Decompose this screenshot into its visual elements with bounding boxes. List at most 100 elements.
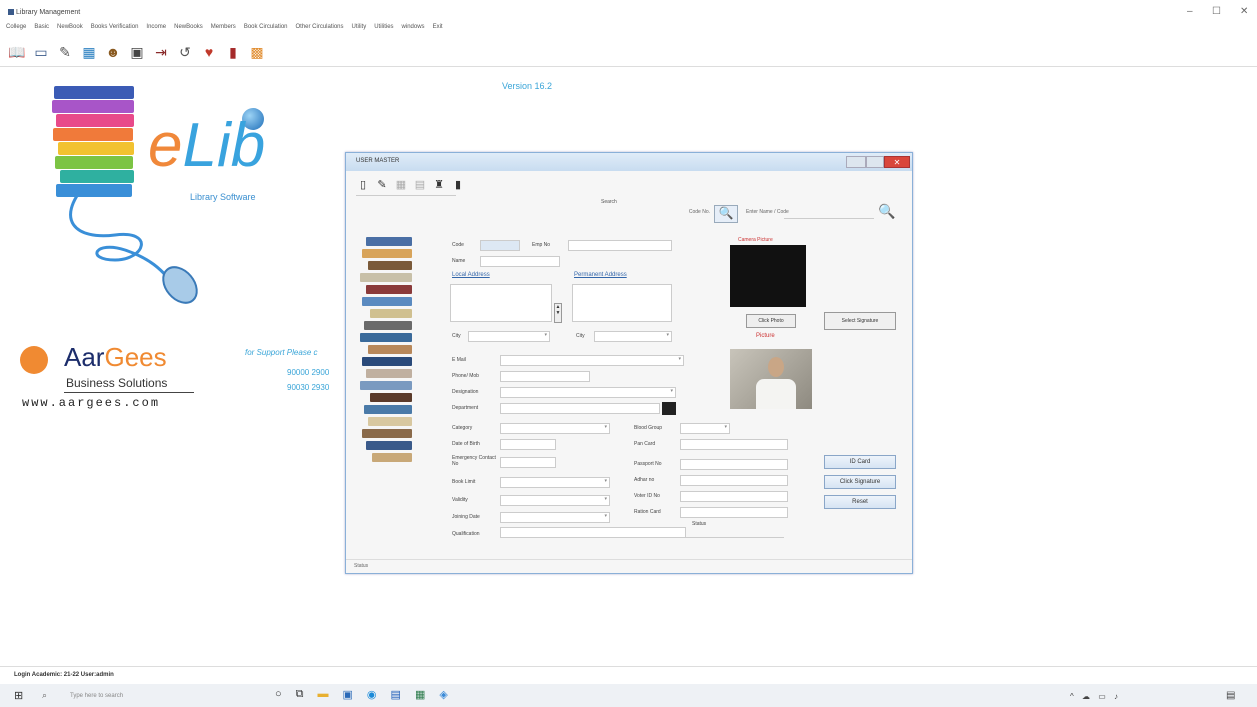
book-icon[interactable]: 📖 <box>8 43 26 61</box>
minimize-button[interactable]: – <box>1187 6 1193 17</box>
search-name-button[interactable]: 🔍 <box>878 203 895 220</box>
dialog-maximize-button[interactable] <box>866 156 884 168</box>
reset-button[interactable]: Reset <box>824 495 896 509</box>
windows-start-icon[interactable]: ⊞ <box>14 689 23 702</box>
search-code-input[interactable]: Code No. <box>614 209 714 220</box>
menu-item-book-circulation[interactable]: Book Circulation <box>244 24 288 36</box>
menu-item-books-verification[interactable]: Books Verification <box>91 24 139 36</box>
code-label: Code <box>452 242 464 248</box>
taskbar-search-input[interactable]: Type here to search <box>70 693 123 699</box>
maximize-button[interactable]: ☐ <box>1212 6 1221 17</box>
cortana-icon[interactable]: ○ <box>275 688 282 701</box>
voter-label: Voter ID No <box>634 493 660 499</box>
chart-icon[interactable]: ▦ <box>80 43 98 61</box>
notification-icon[interactable]: ▤ <box>1226 690 1235 701</box>
menu-item-members[interactable]: Members <box>211 24 236 36</box>
menu-item-newbook[interactable]: NewBook <box>57 24 83 36</box>
passport-field[interactable] <box>680 459 788 470</box>
designation-select[interactable] <box>500 387 676 398</box>
ration-label: Ration Card <box>634 509 661 515</box>
local-address-textarea[interactable] <box>450 284 552 322</box>
voter-field[interactable] <box>680 491 788 502</box>
file-explorer-icon[interactable]: ▬ <box>318 688 329 701</box>
emergency-field[interactable] <box>500 457 556 468</box>
adhar-field[interactable] <box>680 475 788 486</box>
status-options[interactable] <box>686 527 784 538</box>
menu-item-windows[interactable]: windows <box>402 24 425 36</box>
camera-preview <box>730 245 806 307</box>
edit-icon[interactable]: ✎ <box>375 177 389 191</box>
code-field[interactable] <box>480 240 520 251</box>
department-field[interactable] <box>500 403 660 414</box>
store-icon[interactable]: ▣ <box>343 688 353 701</box>
tray-icons[interactable]: ^ ☁ ▭ ♪ <box>1070 692 1121 701</box>
joining-date-field[interactable] <box>500 512 610 523</box>
validity-select[interactable] <box>500 495 610 506</box>
app-icon-blue[interactable]: ▤ <box>391 688 401 701</box>
search-name-input[interactable] <box>784 208 874 219</box>
issue-icon[interactable]: ⇥ <box>152 43 170 61</box>
name-label: Name <box>452 258 466 264</box>
return-icon[interactable]: ↺ <box>176 43 194 61</box>
click-signature-button[interactable]: Click Signature <box>824 475 896 489</box>
task-view-icon[interactable]: ⧉ <box>296 688 304 701</box>
card-icon[interactable]: ▣ <box>128 43 146 61</box>
photo-head <box>768 357 784 377</box>
search-icon[interactable]: ⌕ <box>42 690 47 701</box>
blood-group-select[interactable] <box>680 423 730 434</box>
address-scroll[interactable]: ▲ ▼ <box>554 303 562 323</box>
edge-icon[interactable]: ◉ <box>367 688 377 701</box>
passport-label: Passport No <box>634 461 662 467</box>
click-photo-button[interactable]: Click Photo <box>746 314 796 328</box>
dialog-close-button[interactable]: ✕ <box>884 156 910 168</box>
dob-field[interactable] <box>500 439 556 450</box>
app-icon-library[interactable]: ◈ <box>439 688 447 701</box>
save-icon[interactable]: ▦ <box>394 177 408 191</box>
qualification-field[interactable] <box>500 527 686 538</box>
reader-icon[interactable]: ☻ <box>104 43 122 61</box>
search-code-button[interactable]: 🔍 <box>714 205 738 223</box>
user-master-dialog: USER MASTER ✕ ▯ ✎ ▦ ▤ ♜ ▮ Search Code No… <box>345 152 913 574</box>
close-form-icon[interactable]: ▮ <box>451 177 465 191</box>
menu-item-income[interactable]: Income <box>146 24 166 36</box>
book-limit-label: Book Limit <box>452 479 476 485</box>
dialog-minimize-button[interactable] <box>846 156 866 168</box>
ration-field[interactable] <box>680 507 788 518</box>
window-title: Library Management <box>16 9 81 16</box>
exit-icon[interactable]: ▩ <box>248 43 266 61</box>
close-button[interactable]: ✕ <box>1240 6 1248 17</box>
heart-book-icon[interactable]: ♥ <box>200 43 218 61</box>
city2-select[interactable] <box>594 331 672 342</box>
find-icon[interactable]: ♜ <box>432 177 446 191</box>
email-field[interactable] <box>500 355 684 366</box>
taskbar <box>0 684 1257 707</box>
emp-no-label: Emp No <box>532 242 551 248</box>
book-limit-select[interactable] <box>500 477 610 488</box>
tools-icon[interactable]: ✎ <box>56 43 74 61</box>
department-lookup-button[interactable] <box>662 402 676 415</box>
city2-label: City <box>576 333 585 339</box>
permanent-address-textarea[interactable] <box>572 284 672 322</box>
name-field[interactable] <box>480 256 560 267</box>
book-red-icon[interactable]: ▮ <box>224 43 242 61</box>
menu-item-newbooks[interactable]: NewBooks <box>174 24 203 36</box>
menu-item-utility[interactable]: Utility <box>352 24 367 36</box>
menu-item-college[interactable]: College <box>6 24 26 36</box>
menu-item-basic[interactable]: Basic <box>34 24 49 36</box>
city-select[interactable] <box>468 331 550 342</box>
delete-icon[interactable]: ▤ <box>413 177 427 191</box>
pan-field[interactable] <box>680 439 788 450</box>
menu-item-exit[interactable]: Exit <box>433 24 443 36</box>
emp-no-field[interactable] <box>568 240 672 251</box>
menu-item-other-circulations[interactable]: Other Circulations <box>296 24 344 36</box>
app-icon-db[interactable]: ▦ <box>415 688 425 701</box>
select-signature-button[interactable]: Select Signature <box>824 312 896 330</box>
id-card-button[interactable]: ID Card <box>824 455 896 469</box>
version-label: Version 16.2 <box>502 81 553 91</box>
menu-item-utilities[interactable]: Utilities <box>374 24 393 36</box>
qualification-label: Qualification <box>452 531 480 537</box>
category-select[interactable] <box>500 423 610 434</box>
window-icon[interactable]: ▭ <box>32 43 50 61</box>
new-icon[interactable]: ▯ <box>356 177 370 191</box>
phone-field[interactable] <box>500 371 590 382</box>
